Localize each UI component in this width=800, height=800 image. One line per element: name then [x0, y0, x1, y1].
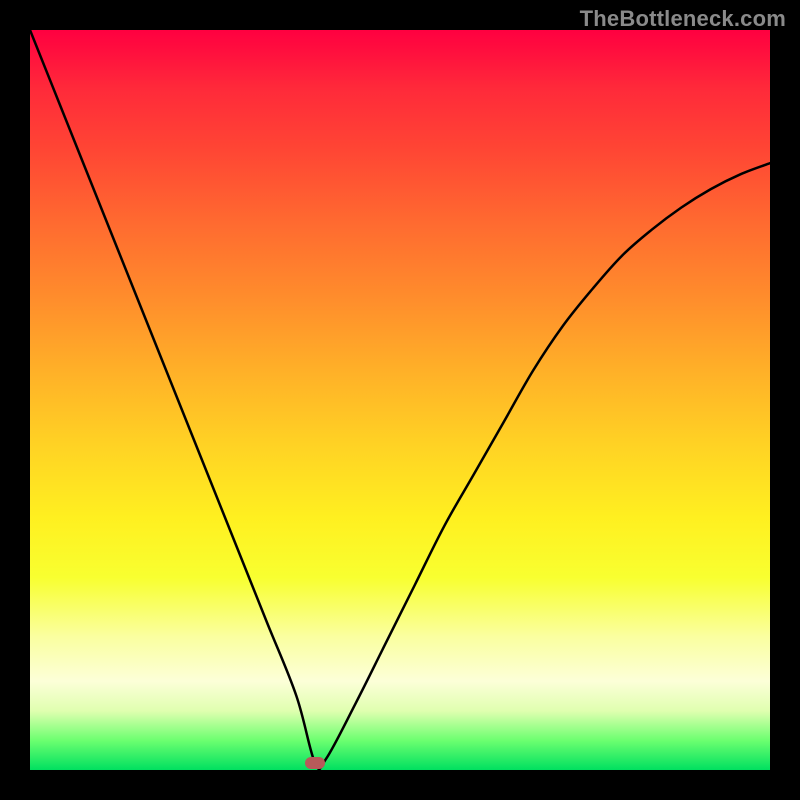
plot-area	[30, 30, 770, 770]
attribution-text: TheBottleneck.com	[580, 6, 786, 32]
optimum-marker	[305, 757, 325, 769]
chart-frame: TheBottleneck.com	[0, 0, 800, 800]
